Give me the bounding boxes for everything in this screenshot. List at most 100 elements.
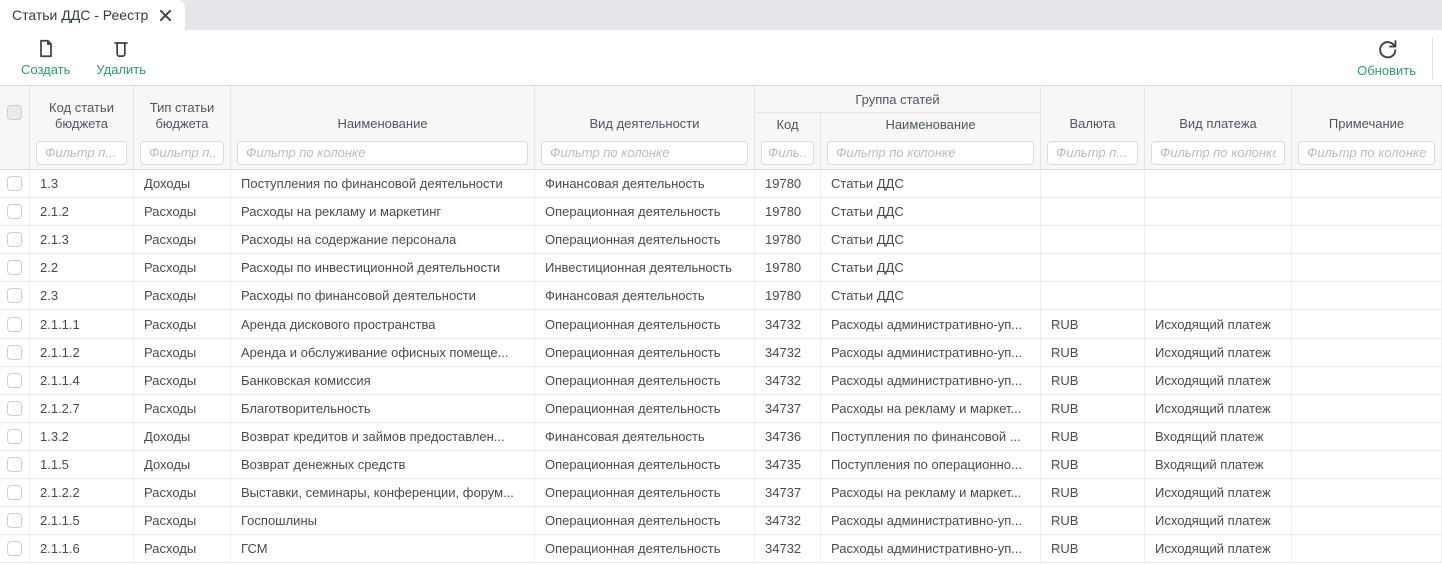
- row-checkbox[interactable]: [7, 260, 22, 275]
- toolbar-divider: [1432, 37, 1433, 79]
- cell-budget-code: 2.1.1.2: [30, 339, 134, 366]
- cell-name: Возврат денежных средств: [231, 451, 535, 478]
- filter-input-currency[interactable]: [1047, 141, 1138, 165]
- cell-activity: Операционная деятельность: [535, 451, 755, 478]
- table-row[interactable]: 2.1.2.7 Расходы Благотворительность Опер…: [0, 395, 1442, 423]
- filter-cell: [1041, 139, 1145, 169]
- cell-group-code: 34732: [755, 507, 821, 534]
- cell-name: Выставки, семинары, конференции, форум..…: [231, 479, 535, 506]
- cell-name: Расходы на рекламу и маркетинг: [231, 198, 535, 225]
- cell-group-code: 19780: [755, 254, 821, 281]
- column-group-label: Группа статей: [855, 92, 939, 107]
- table-row[interactable]: 1.3.2 Доходы Возврат кредитов и займов п…: [0, 423, 1442, 451]
- cell-name: Благотворительность: [231, 395, 535, 422]
- row-checkbox-cell: [0, 535, 30, 562]
- filter-input-name[interactable]: [237, 141, 528, 165]
- cell-name: Поступления по финансовой деятельности: [231, 170, 535, 197]
- table-row[interactable]: 1.1.5 Доходы Возврат денежных средств Оп…: [0, 451, 1442, 479]
- column-header-label: Код статьи бюджета: [30, 100, 133, 132]
- table-row[interactable]: 2.1.1.4 Расходы Банковская комиссия Опер…: [0, 367, 1442, 395]
- column-header-group-code[interactable]: Код: [755, 113, 821, 139]
- row-checkbox[interactable]: [7, 373, 22, 388]
- cell-budget-code: 2.3: [30, 282, 134, 309]
- filter-input-budget-type[interactable]: [140, 141, 224, 165]
- select-all-cell: [0, 86, 30, 139]
- table-row[interactable]: 2.1.2 Расходы Расходы на рекламу и марке…: [0, 198, 1442, 226]
- tab-statii-dds-reestr[interactable]: Статьи ДДС - Реестр: [0, 0, 185, 30]
- table-row[interactable]: 2.3 Расходы Расходы по финансовой деятел…: [0, 282, 1442, 310]
- cell-budget-code: 1.3: [30, 170, 134, 197]
- cell-payment-type: [1145, 198, 1292, 225]
- row-checkbox[interactable]: [7, 541, 22, 556]
- close-icon[interactable]: [159, 9, 172, 22]
- cell-group-name: Расходы административно-уп...: [821, 367, 1041, 394]
- row-checkbox[interactable]: [7, 485, 22, 500]
- cell-budget-type: Доходы: [134, 423, 231, 450]
- cell-currency: RUB: [1041, 395, 1145, 422]
- table-row[interactable]: 2.1.3 Расходы Расходы на содержание перс…: [0, 226, 1442, 254]
- table-row[interactable]: 2.2 Расходы Расходы по инвестиционной де…: [0, 254, 1442, 282]
- table-row[interactable]: 2.1.1.5 Расходы Госпошлины Операционная …: [0, 507, 1442, 535]
- column-header-label: Валюта: [1070, 116, 1116, 132]
- cell-budget-code: 1.3.2: [30, 423, 134, 450]
- create-button[interactable]: Создать: [21, 38, 70, 77]
- filter-cell-empty: [0, 139, 30, 169]
- delete-button[interactable]: Удалить: [96, 38, 146, 77]
- column-header-activity[interactable]: Вид деятельности: [535, 86, 755, 139]
- cell-payment-type: Исходящий платеж: [1145, 367, 1292, 394]
- cell-note: [1292, 198, 1442, 225]
- cell-group-name: Расходы на рекламу и маркет...: [821, 479, 1041, 506]
- row-checkbox[interactable]: [7, 429, 22, 444]
- cell-budget-type: Доходы: [134, 451, 231, 478]
- cell-payment-type: Входящий платеж: [1145, 451, 1292, 478]
- row-checkbox[interactable]: [7, 513, 22, 528]
- column-header-currency[interactable]: Валюта: [1041, 86, 1145, 139]
- row-checkbox[interactable]: [7, 401, 22, 416]
- row-checkbox[interactable]: [7, 232, 22, 247]
- filter-input-budget-code[interactable]: [36, 141, 127, 165]
- row-checkbox[interactable]: [7, 204, 22, 219]
- refresh-label: Обновить: [1357, 63, 1416, 78]
- refresh-button[interactable]: Обновить: [1357, 38, 1416, 78]
- filter-input-activity[interactable]: [541, 141, 748, 165]
- column-header-name[interactable]: Наименование: [231, 86, 535, 139]
- cell-note: [1292, 226, 1442, 253]
- cell-currency: RUB: [1041, 479, 1145, 506]
- cell-group-code: 19780: [755, 198, 821, 225]
- cell-activity: Финансовая деятельность: [535, 282, 755, 309]
- row-checkbox[interactable]: [7, 345, 22, 360]
- table-row[interactable]: 2.1.1.1 Расходы Аренда дискового простра…: [0, 310, 1442, 338]
- row-checkbox[interactable]: [7, 288, 22, 303]
- cell-payment-type: [1145, 282, 1292, 309]
- cell-activity: Операционная деятельность: [535, 479, 755, 506]
- cell-activity: Операционная деятельность: [535, 367, 755, 394]
- cell-budget-code: 2.2: [30, 254, 134, 281]
- filter-input-group-name[interactable]: [827, 141, 1034, 165]
- cell-group-name: Расходы на рекламу и маркет...: [821, 395, 1041, 422]
- cell-currency: RUB: [1041, 367, 1145, 394]
- cell-currency: RUB: [1041, 310, 1145, 337]
- table-row[interactable]: 2.1.1.6 Расходы ГСМ Операционная деятель…: [0, 535, 1442, 563]
- row-checkbox[interactable]: [7, 317, 22, 332]
- cell-budget-code: 2.1.2: [30, 198, 134, 225]
- column-header-note[interactable]: Примечание: [1292, 86, 1442, 139]
- table-row[interactable]: 1.3 Доходы Поступления по финансовой дея…: [0, 170, 1442, 198]
- select-all-checkbox[interactable]: [7, 105, 22, 120]
- row-checkbox-cell: [0, 170, 30, 197]
- column-header-group-name[interactable]: Наименование: [821, 113, 1041, 139]
- table-row[interactable]: 2.1.2.2 Расходы Выставки, семинары, конф…: [0, 479, 1442, 507]
- filter-cell: [134, 139, 231, 169]
- cell-group-name: Статьи ДДС: [821, 282, 1041, 309]
- filter-input-note[interactable]: [1298, 141, 1435, 165]
- column-header-payment-type[interactable]: Вид платежа: [1145, 86, 1292, 139]
- filter-input-group-code[interactable]: [761, 141, 814, 165]
- cell-group-code: 34732: [755, 535, 821, 562]
- column-header-budget-code[interactable]: Код статьи бюджета: [30, 86, 134, 139]
- table-body: 1.3 Доходы Поступления по финансовой дея…: [0, 170, 1442, 563]
- row-checkbox[interactable]: [7, 176, 22, 191]
- column-header-budget-type[interactable]: Тип статьи бюджета: [134, 86, 231, 139]
- row-checkbox[interactable]: [7, 457, 22, 472]
- filter-input-payment-type[interactable]: [1151, 141, 1285, 165]
- cell-currency: [1041, 198, 1145, 225]
- table-row[interactable]: 2.1.1.2 Расходы Аренда и обслуживание оф…: [0, 339, 1442, 367]
